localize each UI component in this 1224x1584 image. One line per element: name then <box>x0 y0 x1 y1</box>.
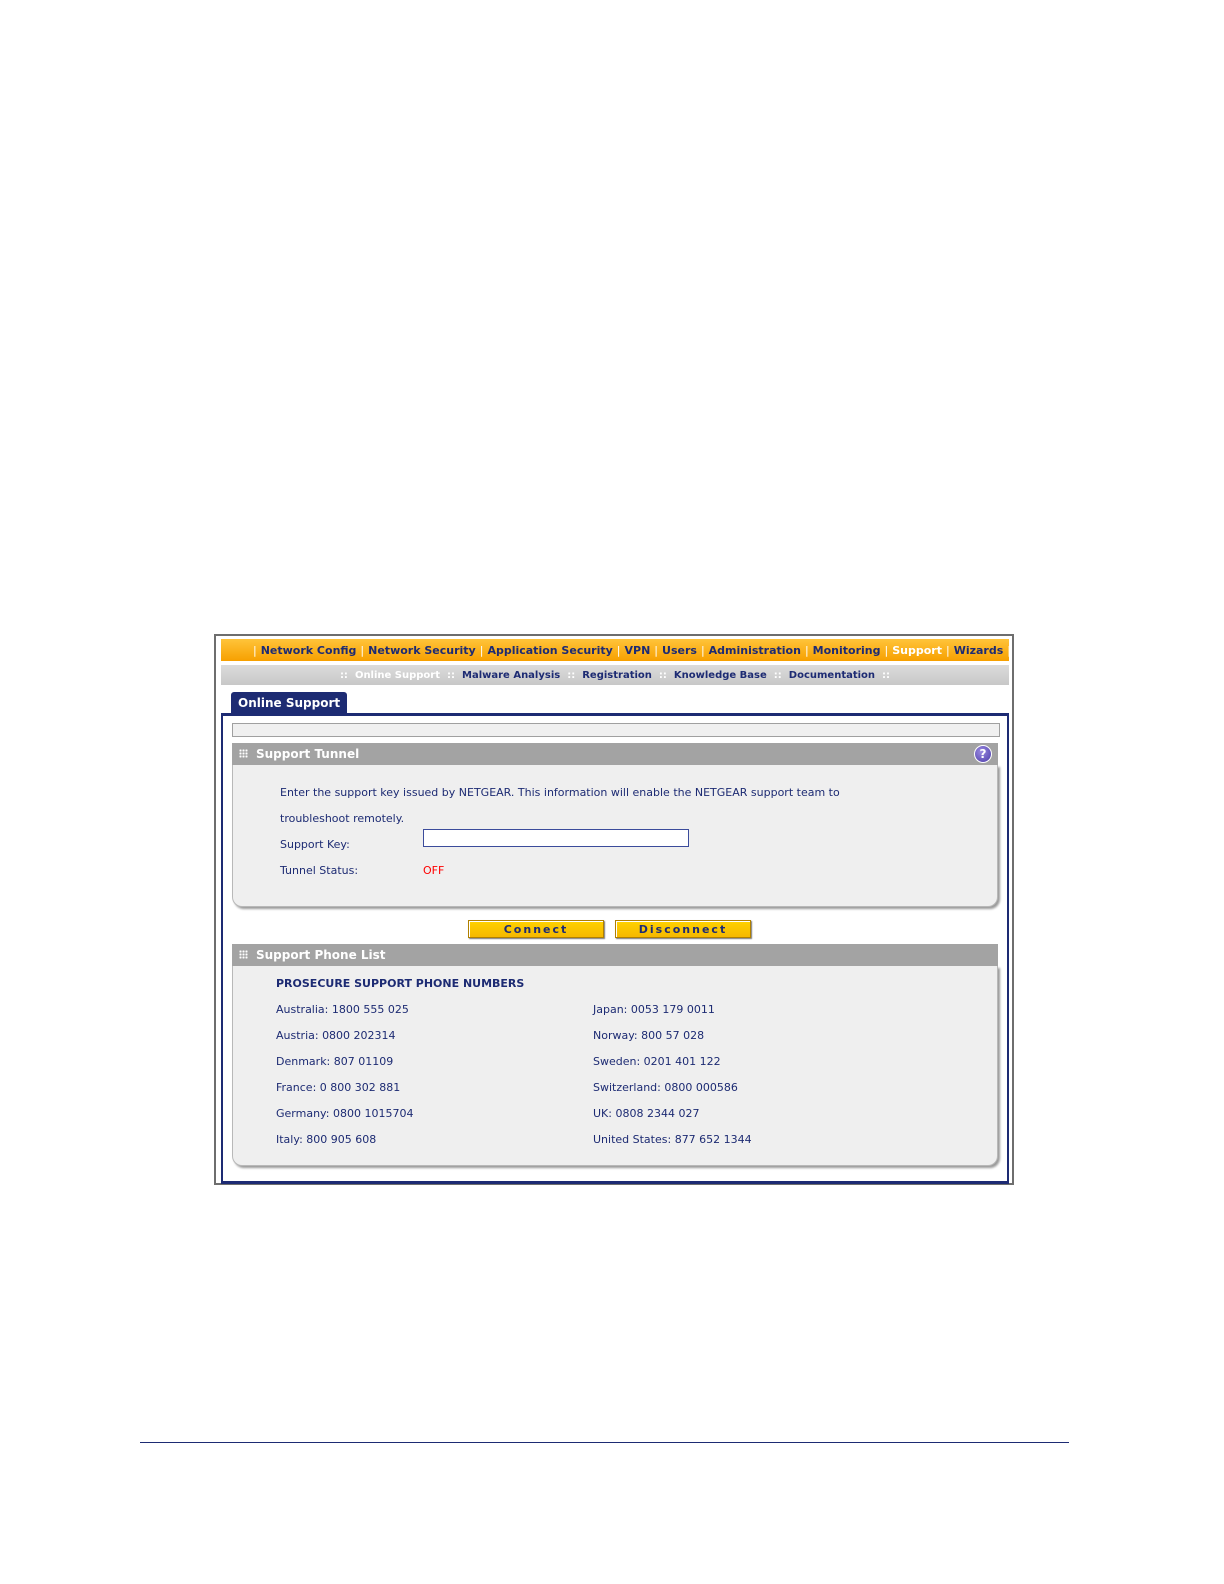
subnav-documentation[interactable]: Documentation <box>789 670 875 681</box>
nav-users[interactable]: Users <box>662 644 697 657</box>
nav-network-config[interactable]: Network Config <box>261 644 357 657</box>
phone-entry: Sweden: 0201 401 122 <box>593 1055 721 1068</box>
nav-monitoring[interactable]: Monitoring <box>813 644 881 657</box>
phone-entry: United States: 877 652 1344 <box>593 1133 752 1146</box>
tunnel-description-line2: troubleshoot remotely. <box>280 812 405 825</box>
panel-border <box>221 713 1009 716</box>
disconnect-button[interactable]: Disconnect <box>615 920 751 938</box>
tab-online-support[interactable]: Online Support <box>231 692 348 714</box>
support-key-label: Support Key: <box>280 838 350 851</box>
tunnel-status-label: Tunnel Status: <box>280 864 359 877</box>
help-icon[interactable]: ? <box>974 745 992 763</box>
nav-administration[interactable]: Administration <box>709 644 801 657</box>
phone-entry: Italy: 800 905 608 <box>276 1133 377 1146</box>
grip-icon <box>239 749 248 758</box>
phone-entry: Australia: 1800 555 025 <box>276 1003 409 1016</box>
subnav-registration[interactable]: Registration <box>582 670 652 681</box>
panel-border-bottom <box>221 1181 1009 1184</box>
sub-nav: :: Online Support :: Malware Analysis ::… <box>221 665 1009 685</box>
support-tunnel-body: Enter the support key issued by NETGEAR.… <box>232 765 998 907</box>
nav-vpn[interactable]: VPN <box>625 644 651 657</box>
grip-icon <box>239 950 248 959</box>
footer-rule <box>140 1442 1069 1443</box>
nav-support[interactable]: Support <box>892 644 942 657</box>
panel-border-left <box>221 713 223 1183</box>
phone-entry: UK: 0808 2344 027 <box>593 1107 700 1120</box>
phone-entry: Denmark: 807 01109 <box>276 1055 394 1068</box>
tunnel-description-line1: Enter the support key issued by NETGEAR.… <box>280 786 840 799</box>
subnav-online-support[interactable]: Online Support <box>355 670 440 681</box>
top-nav: | Network Config | Network Security | Ap… <box>221 639 1011 661</box>
phone-list-heading: PROSECURE SUPPORT PHONE NUMBERS <box>276 977 525 990</box>
nav-network-security[interactable]: Network Security <box>368 644 476 657</box>
support-tunnel-title: Support Tunnel <box>256 747 360 761</box>
app-window: | Network Config | Network Security | Ap… <box>214 634 1014 1185</box>
connect-button[interactable]: Connect <box>468 920 604 938</box>
phone-entry: France: 0 800 302 881 <box>276 1081 401 1094</box>
phone-entry: Switzerland: 0800 000586 <box>593 1081 738 1094</box>
phone-entry: Norway: 800 57 028 <box>593 1029 705 1042</box>
phone-list-title: Support Phone List <box>256 948 386 962</box>
phone-list-body: PROSECURE SUPPORT PHONE NUMBERS Australi… <box>232 966 998 1166</box>
support-key-input[interactable] <box>423 829 689 847</box>
phone-entry: Austria: 0800 202314 <box>276 1029 396 1042</box>
support-tunnel-header: Support Tunnel ? <box>232 743 998 765</box>
panel-border-right <box>1007 713 1009 1183</box>
nav-wizards[interactable]: Wizards <box>954 644 1004 657</box>
tunnel-status-value: OFF <box>423 864 445 877</box>
message-bar <box>232 723 1000 737</box>
nav-application-security[interactable]: Application Security <box>487 644 612 657</box>
phone-list-header: Support Phone List <box>232 944 998 966</box>
phone-entry: Japan: 0053 179 0011 <box>593 1003 715 1016</box>
subnav-malware-analysis[interactable]: Malware Analysis <box>462 670 560 681</box>
phone-entry: Germany: 0800 1015704 <box>276 1107 414 1120</box>
subnav-knowledge-base[interactable]: Knowledge Base <box>674 670 767 681</box>
